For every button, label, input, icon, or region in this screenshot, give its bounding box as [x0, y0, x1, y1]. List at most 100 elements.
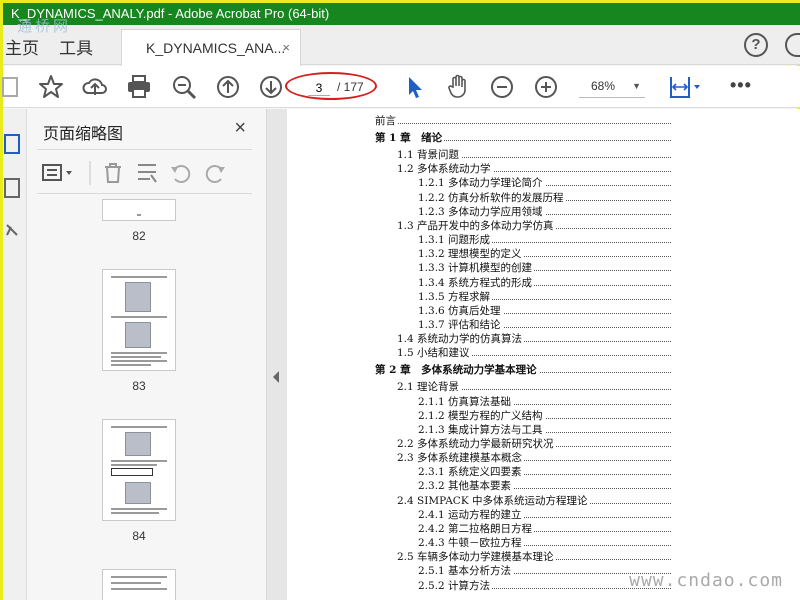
page-thumbnail[interactable]: [102, 199, 176, 221]
page-thumbnail[interactable]: [102, 269, 176, 371]
thumbnail-page-number: 84: [132, 529, 146, 543]
toc-entry[interactable]: 2.1.3 集成计算方法与工具: [418, 422, 671, 436]
zoom-in-icon[interactable]: [532, 73, 560, 101]
toc-chapter[interactable]: 第 2 章 多体系统动力学基本理论: [375, 362, 671, 377]
toc-entry[interactable]: 2.3.2 其他基本要素: [418, 478, 671, 493]
toc-entry-text: 2.1.2 模型方程的广义结构: [418, 409, 545, 422]
toc-entry-text: 1.2.1 多体动力学理论简介: [418, 177, 545, 190]
toc-entry-text: 1.3.4 系统方程式的形成: [418, 276, 535, 289]
main-toolbar: / 177 68% ▼ •••: [0, 66, 800, 108]
navigation-pane-icons[interactable]: [3, 133, 25, 253]
toc-entry-text: 2.5.1 基本分析方法: [418, 565, 514, 578]
toc-entry-text: 2.3.1 系统定义四要素: [418, 466, 524, 479]
toc-entry[interactable]: 2.4.1 运动方程的建立: [418, 507, 671, 521]
toc-entry[interactable]: 1.4 系统动力学的仿真算法: [397, 331, 671, 346]
toc-entry[interactable]: 2.2 多体系统动力学最新研究状况: [397, 436, 671, 450]
nav-tools[interactable]: 工具: [59, 34, 93, 59]
toc-entry-text: 1.3.5 方程求解: [418, 290, 493, 303]
select-pointer-icon[interactable]: [401, 73, 429, 101]
rotate-right-icon[interactable]: [203, 161, 227, 185]
toc-entry-text: 1.2.2 仿真分析软件的发展历程: [418, 191, 566, 204]
toc-entry-text: 1.3.3 计算机模型的创建: [418, 262, 535, 275]
zoom-out-icon[interactable]: [488, 73, 516, 101]
toc-entry-text: 2.4.3 牛顿－欧拉方程: [418, 537, 524, 550]
toc-entry[interactable]: 1.3.2 理想模型的定义: [418, 246, 671, 261]
page-thumbnail[interactable]: [102, 569, 176, 600]
toc-entry[interactable]: 2.1.1 仿真算法基础: [418, 394, 671, 408]
toc-entry[interactable]: 2.5 车辆多体动力学建模基本理论: [397, 549, 671, 564]
toc-entry[interactable]: 2.3.1 系统定义四要素: [418, 464, 671, 479]
toc-entry[interactable]: 1.1 背景问题: [397, 147, 671, 162]
toc-entry-text: 2.1.1 仿真算法基础: [418, 395, 514, 408]
rotate-left-icon[interactable]: [169, 161, 193, 185]
delete-page-icon[interactable]: [101, 161, 125, 185]
toc-entry[interactable]: 前言: [375, 113, 671, 127]
panel-divider: [37, 149, 252, 150]
help-icon[interactable]: ?: [744, 33, 768, 57]
bookmark-star-icon[interactable]: [37, 73, 65, 101]
toc-entry-text: 第 1 章 绪论: [375, 132, 445, 145]
toc-entry[interactable]: 1.2 多体系统动力学: [397, 161, 671, 176]
zoom-level-value: 68%: [591, 79, 616, 93]
page-number-input[interactable]: [308, 80, 330, 96]
toc-entry[interactable]: 2.3 多体系统建模基本概念: [397, 450, 671, 465]
document-view[interactable]: 前言第 1 章 绪论 1.1 背景问题 1.2 多体系统动力学 1.2.1 多体动力学…: [267, 109, 800, 600]
toc-entry[interactable]: 2.4.2 第二拉格朗日方程: [418, 521, 671, 535]
toc-entry[interactable]: 1.2.2 仿真分析软件的发展历程: [418, 190, 671, 204]
more-options-icon[interactable]: •••: [730, 75, 752, 96]
watermark-url: www.cndao.com: [629, 570, 783, 591]
chevron-down-icon: ▼: [632, 81, 641, 91]
window-title-bar: K_DYNAMICS_ANALY.pdf - Adobe Acrobat Pro…: [3, 3, 800, 25]
thumbnail-page-number: 83: [132, 379, 146, 393]
nav-home[interactable]: 主页: [5, 34, 39, 59]
collapse-panel-arrow-icon[interactable]: [273, 371, 279, 383]
toc-entry-text: 2.1.3 集成计算方法与工具: [418, 423, 545, 436]
zoom-out-magnifier-icon[interactable]: [170, 73, 198, 101]
page-thumbnail[interactable]: [102, 419, 176, 521]
toc-entry[interactable]: 1.3.7 评估和结论: [418, 317, 671, 331]
create-pdf-icon[interactable]: [0, 73, 27, 101]
toc-entry[interactable]: 1.3 产品开发中的多体动力学仿真: [397, 218, 671, 232]
toc-entry[interactable]: 1.3.4 系统方程式的形成: [418, 275, 671, 289]
toc-entry-text: 1.3.7 评估和结论: [418, 318, 503, 331]
hand-tool-icon[interactable]: [444, 73, 472, 101]
toc-entry[interactable]: 1.3.1 问题形成: [418, 232, 671, 247]
toc-entry-text: 1.2.3 多体动力学应用领域: [418, 205, 545, 218]
next-page-icon[interactable]: [257, 73, 285, 101]
toc-entry[interactable]: 2.1 理论背景: [397, 379, 671, 394]
toc-entry[interactable]: 1.5 小结和建议: [397, 345, 671, 360]
thumbnail-list: 82 83 84: [27, 199, 247, 600]
zoom-level-select[interactable]: 68% ▼: [579, 76, 645, 98]
cloud-upload-icon[interactable]: [81, 73, 109, 101]
previous-page-icon[interactable]: [214, 73, 242, 101]
toc-chapter[interactable]: 第 1 章 绪论: [375, 130, 671, 145]
toc-entry[interactable]: 2.4 SIMPACK 中多体系统运动方程理论: [397, 493, 671, 507]
account-icon[interactable]: [785, 33, 800, 57]
document-tab[interactable]: K_DYNAMICS_ANA... ×: [121, 29, 301, 66]
page-fit-icon[interactable]: [667, 73, 703, 101]
page-total: / 177: [337, 80, 364, 94]
close-panel-icon[interactable]: ×: [234, 117, 246, 140]
toc-entry-text: 2.4 SIMPACK 中多体系统运动方程理论: [397, 494, 590, 507]
extract-page-icon[interactable]: [135, 161, 159, 185]
toc-entry[interactable]: 1.2.1 多体动力学理论简介: [418, 175, 671, 190]
toc-entry-text: 1.3.1 问题形成: [418, 234, 493, 247]
toc-entry-text: 1.2 多体系统动力学: [397, 163, 493, 176]
toc-entry-text: 2.3.2 其他基本要素: [418, 480, 514, 493]
toc-entry[interactable]: 1.3.6 仿真后处理: [418, 303, 671, 317]
toc-entry[interactable]: 1.2.3 多体动力学应用领域: [418, 204, 671, 218]
toc-entry[interactable]: 1.3.3 计算机模型的创建: [418, 260, 671, 275]
document-tab-label: K_DYNAMICS_ANA...: [146, 40, 286, 56]
toc-entry[interactable]: 2.4.3 牛顿－欧拉方程: [418, 535, 671, 550]
toc-entry-text: 1.5 小结和建议: [397, 347, 472, 360]
page-thumbnails-panel: 页面缩略图 × 82 83 84: [27, 109, 285, 600]
toc-entry[interactable]: 2.1.2 模型方程的广义结构: [418, 408, 671, 422]
thumbnail-tools: [41, 161, 261, 189]
toc-entry[interactable]: 1.3.5 方程求解: [418, 289, 671, 303]
toc-entry-text: 第 2 章 多体系统动力学基本理论: [375, 364, 539, 377]
print-icon[interactable]: [125, 73, 153, 101]
toolbar-separator: [89, 161, 91, 185]
toc-entry-text: 1.3.6 仿真后处理: [418, 304, 503, 317]
options-menu-icon[interactable]: [41, 161, 77, 185]
close-tab-icon[interactable]: ×: [282, 40, 290, 55]
